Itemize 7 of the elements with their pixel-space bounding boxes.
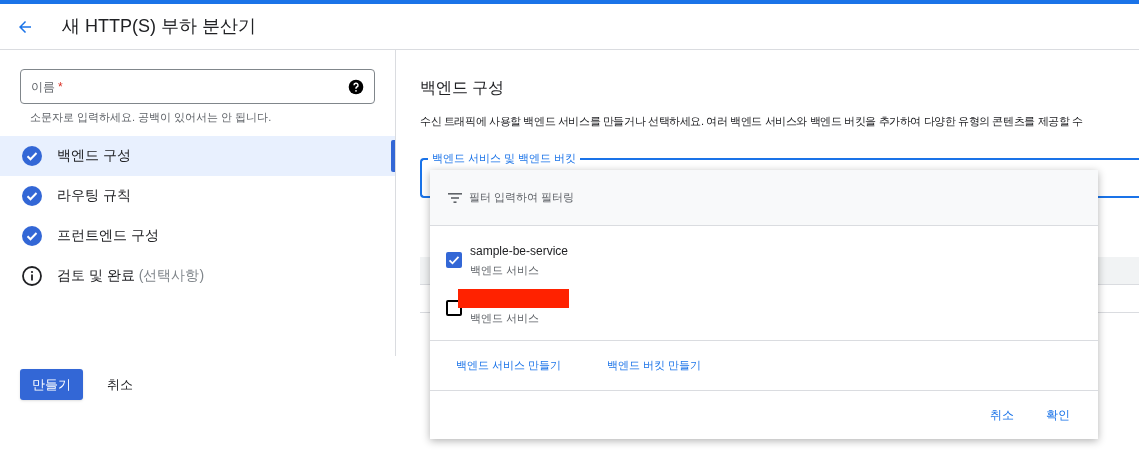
- option-type: 백엔드 서비스: [470, 311, 541, 327]
- description-text: 수신 트래픽에 사용할 백엔드 서비스를 만들거나 선택하세요. 여러 백엔드 서비스와 백엔드 버킷을 추가하여 다양한 유형의 콘텐츠를 제공할 수: [420, 114, 1083, 129]
- helper-text: 소문자로 입력하세요. 공백이 있어서는 안 됩니다.: [30, 110, 273, 125]
- section-title: 백엔드 구성: [420, 78, 506, 98]
- option-type: 백엔드 서비스: [470, 262, 541, 278]
- option-name: sample-be-service: [470, 242, 569, 260]
- page-title: 새 HTTP(S) 부하 분산기: [62, 15, 256, 38]
